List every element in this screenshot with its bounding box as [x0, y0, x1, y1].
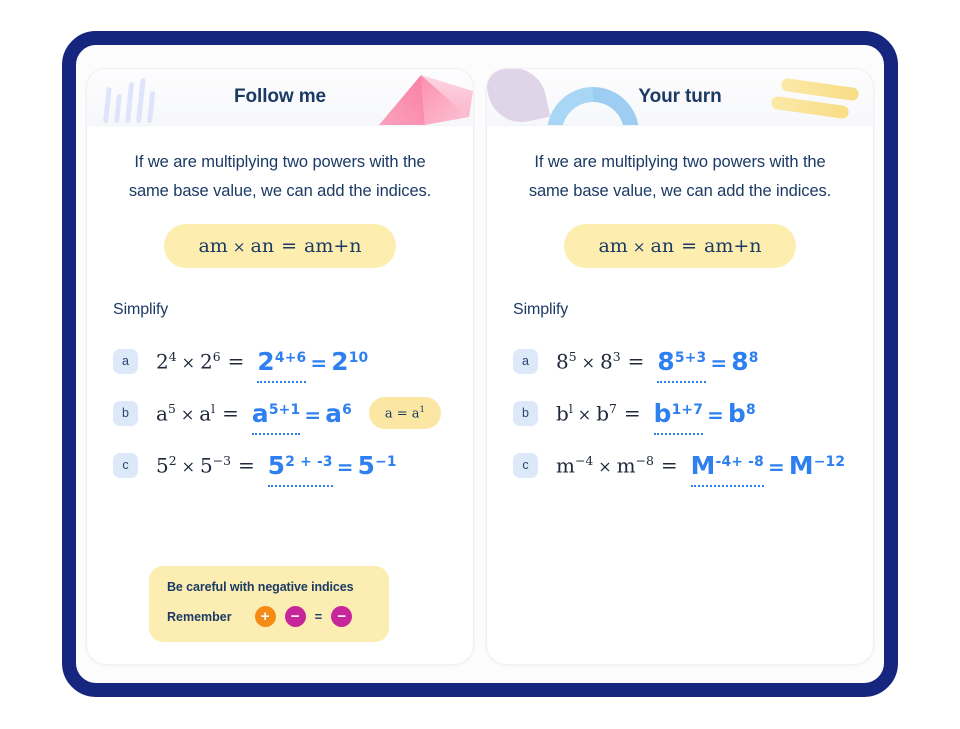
rule-line-1: If we are multiplying two powers with th… — [534, 153, 826, 171]
formula-equals: = — [681, 235, 698, 257]
panel-your-turn: Your turn If we are multiplying two powe… — [486, 68, 874, 665]
formula-equals: = — [281, 235, 298, 257]
answer-handwritten[interactable]: 85+3 = 88 — [657, 347, 758, 376]
problem-row: a 24 × 26 = 24+6 = 210 — [113, 335, 447, 387]
panel-title: Follow me — [234, 86, 326, 107]
problem-list: a 85 × 83 = 85+3 = 88 b bl × b7 = b1+7 = b8 c m−4 ×… — [513, 335, 847, 491]
problem-question: m−4 × m−8 = — [556, 452, 678, 478]
problem-question: bl × b7 = — [556, 400, 641, 426]
rule-line-1: If we are multiplying two powers with th… — [134, 153, 426, 171]
reminder-label: Remember — [167, 609, 232, 624]
problem-row: c 52 × 5−3 = 52 + -3 = 5−1 — [113, 439, 447, 491]
formula-operator: × — [632, 238, 646, 256]
problem-question: 85 × 83 = — [556, 348, 645, 374]
arch-icon — [547, 87, 639, 125]
panel-title: Your turn — [638, 86, 722, 107]
page-frame: Follow me If we are multiplying two powe… — [62, 31, 898, 697]
formula-operator: × — [232, 238, 246, 256]
problem-letter-badge: c — [513, 452, 538, 478]
problem-question: 52 × 5−3 = — [156, 452, 255, 478]
minus-result-chip-icon: − — [331, 606, 353, 627]
panel-follow-me: Follow me If we are multiplying two powe… — [86, 68, 474, 665]
formula-pill: am × an = am+n — [564, 224, 796, 268]
panel-header-follow-me: Follow me — [87, 69, 473, 126]
answer-handwritten[interactable]: 24+6 = 210 — [257, 347, 368, 376]
problem-row: c m−4 × m−8 = M-4+ -8 = M−12 — [513, 439, 847, 491]
section-label-simplify: Simplify — [513, 301, 569, 318]
reminder-box: Be careful with negative indices Remembe… — [149, 566, 389, 642]
leaf-icon — [487, 69, 551, 125]
formula-base-2: a — [650, 235, 662, 257]
plus-chip-icon: + — [254, 606, 276, 627]
formula-exp-1: m — [209, 235, 228, 257]
answer-handwritten[interactable]: M-4+ -8 = M−12 — [691, 451, 846, 480]
answer-handwritten[interactable]: b1+7 = b8 — [654, 399, 756, 428]
problem-list: a 24 × 26 = 24+6 = 210 b a5 × al = a5+1 = a6 a = a… — [113, 335, 447, 491]
problem-row: a 85 × 83 = 85+3 = 88 — [513, 335, 847, 387]
formula-base-2: a — [250, 235, 262, 257]
panel-header-your-turn: Your turn — [487, 69, 873, 126]
answer-handwritten[interactable]: a5+1 = a6 — [252, 399, 352, 428]
problem-letter-badge: a — [513, 348, 538, 374]
problem-question: 24 × 26 = — [156, 348, 245, 374]
formula-pill: am × an = am+n — [164, 224, 396, 268]
section-label-simplify: Simplify — [113, 301, 169, 318]
minus-chip-icon: − — [284, 606, 306, 627]
panel-body-follow-me: If we are multiplying two powers with th… — [87, 126, 473, 664]
rule-text: If we are multiplying two powers with th… — [113, 148, 447, 206]
problem-letter-badge: c — [113, 452, 138, 478]
answer-handwritten[interactable]: 52 + -3 = 5−1 — [268, 451, 397, 480]
panel-body-your-turn: If we are multiplying two powers with th… — [487, 126, 873, 664]
formula-result-base: a — [704, 235, 716, 257]
problem-question: a5 × al = — [156, 400, 239, 426]
formula-base-1: a — [598, 235, 610, 257]
bars-icon — [95, 71, 165, 125]
formula-base-1: a — [198, 235, 210, 257]
formula-exp-2: n — [261, 235, 275, 257]
problem-row: b bl × b7 = b1+7 = b8 — [513, 387, 847, 439]
reminder-title: Be careful with negative indices — [167, 580, 354, 594]
problem-letter-badge: b — [113, 400, 138, 426]
problem-row: b a5 × al = a5+1 = a6 a = a1 — [113, 387, 447, 439]
formula-exp-2: n — [661, 235, 675, 257]
pyramid-icon — [369, 73, 473, 125]
slashes-icon — [769, 77, 869, 125]
rule-text: If we are multiplying two powers with th… — [513, 148, 847, 206]
hint-pill: a = a1 — [368, 396, 441, 430]
formula-result-base: a — [304, 235, 316, 257]
panels-container: Follow me If we are multiplying two powe… — [76, 45, 884, 683]
reminder-row: Remember + − = − — [167, 606, 371, 627]
rule-line-2: same base value, we can add the indices. — [528, 182, 832, 200]
equals-sign: = — [314, 609, 323, 624]
formula-result-exp: m+n — [715, 235, 762, 257]
problem-letter-badge: b — [513, 400, 538, 426]
problem-letter-badge: a — [113, 348, 138, 374]
formula-exp-1: m — [609, 235, 628, 257]
rule-line-2: same base value, we can add the indices. — [128, 182, 432, 200]
formula-result-exp: m+n — [315, 235, 362, 257]
